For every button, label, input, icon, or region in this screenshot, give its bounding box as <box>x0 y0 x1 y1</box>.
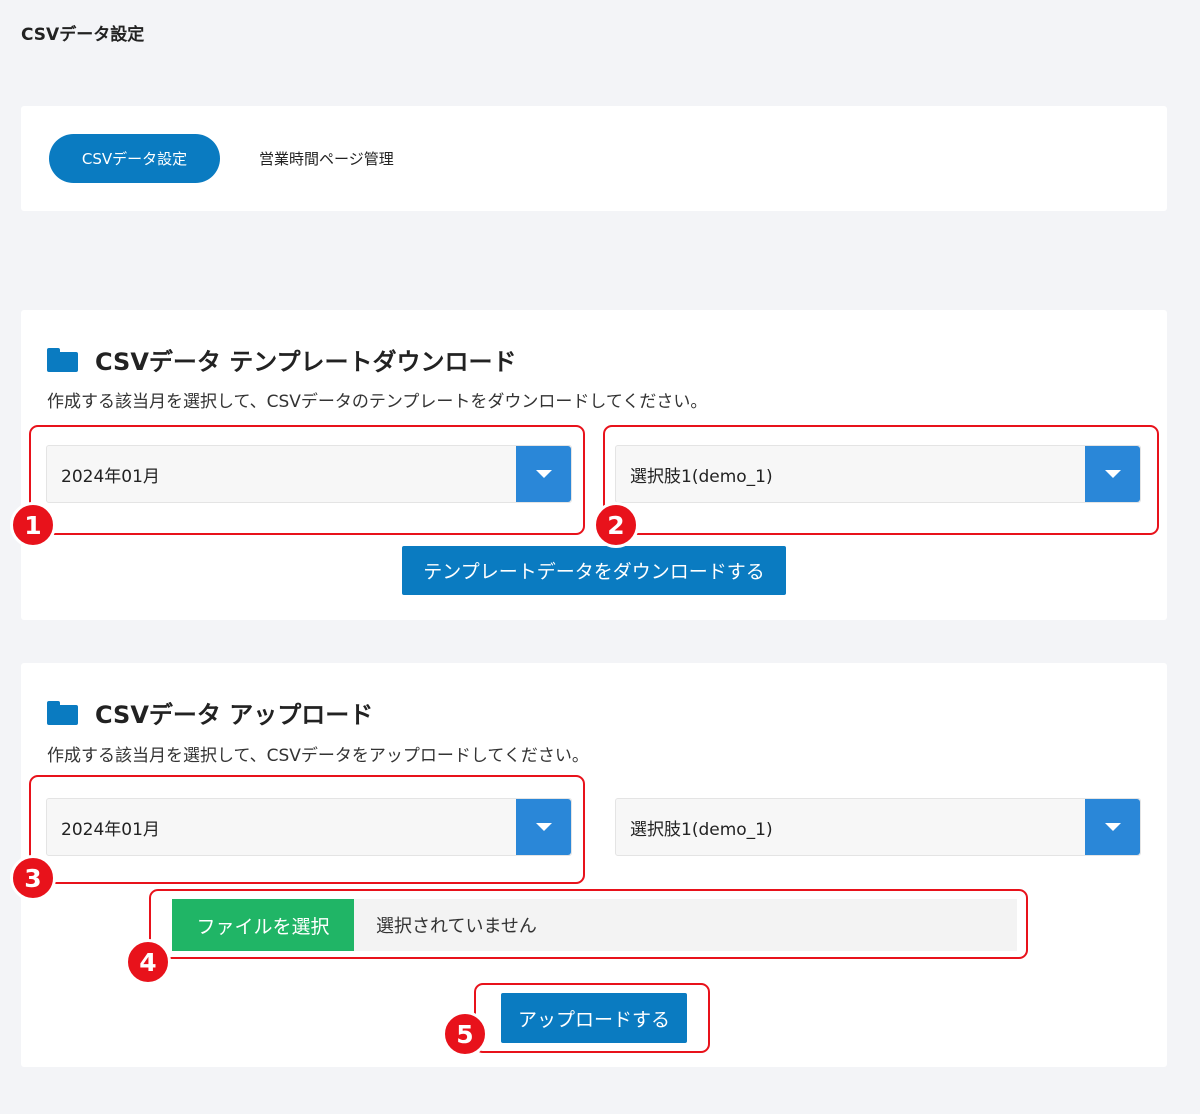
tab-csv-settings[interactable]: CSVデータ設定 <box>49 134 220 183</box>
download-month-select[interactable]: 2024年01月 <box>46 445 572 503</box>
annotation-badge-3: 3 <box>10 855 56 901</box>
chevron-down-icon[interactable] <box>1085 799 1140 855</box>
download-template-button[interactable]: テンプレートデータをダウンロードする <box>402 546 786 595</box>
section-description: 作成する該当月を選択して、CSVデータをアップロードしてください。 <box>47 746 589 766</box>
tabs-panel: CSVデータ設定 営業時間ページ管理 <box>21 106 1167 211</box>
upload-option-select[interactable]: 選択肢1(demo_1) <box>615 798 1141 856</box>
choose-file-button[interactable]: ファイルを選択 <box>172 899 354 951</box>
download-option-select[interactable]: 選択肢1(demo_1) <box>615 445 1141 503</box>
chevron-down-icon[interactable] <box>516 799 571 855</box>
file-input[interactable]: ファイルを選択 選択されていません <box>172 899 1017 951</box>
section-title: CSVデータ テンプレートダウンロード <box>95 348 517 376</box>
upload-month-select[interactable]: 2024年01月 <box>46 798 572 856</box>
annotation-badge-2: 2 <box>593 502 639 548</box>
chevron-down-icon[interactable] <box>516 446 571 502</box>
template-download-section: CSVデータ テンプレートダウンロード 作成する該当月を選択して、CSVデータの… <box>10 310 1167 620</box>
upload-button[interactable]: アップロードする <box>501 993 687 1043</box>
tab-business-hours[interactable]: 営業時間ページ管理 <box>259 134 394 183</box>
chevron-down-icon[interactable] <box>1085 446 1140 502</box>
section-title: CSVデータ アップロード <box>95 701 374 729</box>
file-status-text: 選択されていません <box>376 916 537 937</box>
select-value: 2024年01月 <box>61 819 160 840</box>
select-value: 2024年01月 <box>61 466 160 487</box>
section-description: 作成する該当月を選択して、CSVデータのテンプレートをダウンロードしてください。 <box>47 392 708 412</box>
folder-icon <box>47 347 78 372</box>
section-header: CSVデータ テンプレートダウンロード <box>47 342 517 377</box>
annotation-badge-1: 1 <box>10 502 56 548</box>
page-title: CSVデータ設定 <box>21 25 145 45</box>
folder-icon <box>47 700 78 725</box>
select-value: 選択肢1(demo_1) <box>630 819 773 840</box>
csv-upload-section: CSVデータ アップロード 作成する該当月を選択して、CSVデータをアップロード… <box>10 663 1167 1067</box>
section-header: CSVデータ アップロード <box>47 695 373 730</box>
annotation-badge-4: 4 <box>125 939 171 985</box>
select-value: 選択肢1(demo_1) <box>630 466 773 487</box>
annotation-badge-5: 5 <box>442 1011 488 1057</box>
